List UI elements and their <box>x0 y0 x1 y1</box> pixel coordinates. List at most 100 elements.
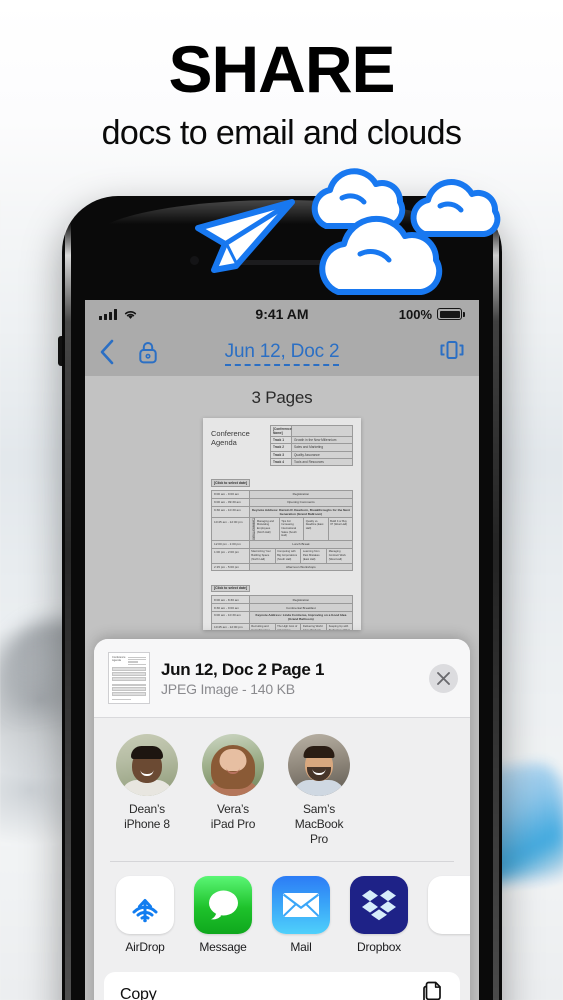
avatar <box>288 734 350 796</box>
chevron-left-icon[interactable] <box>99 339 115 365</box>
contact-name-line1: Sam’s <box>302 802 336 816</box>
doc-row-time: 10:45 am - 12:00 pm <box>212 518 250 541</box>
doc-session-cell: The High Cost of Advertising (South Hall… <box>275 623 302 630</box>
action-label: Copy <box>120 986 157 1000</box>
document-title-text: Jun 12, Doc 2 <box>224 341 340 366</box>
promo-headline: SHARE <box>168 32 395 106</box>
doc-row-text: Keynote Address: Darwin R. Dearborn, Bre… <box>249 506 352 518</box>
doc-row-time: 8:30 am - 9:00 am <box>212 604 250 611</box>
doc-row-text: Opening Comments <box>249 498 352 506</box>
doc-row-time: 9:00 am - 09:30 am <box>212 498 250 506</box>
doc-session-cell: Build It or Buy It? (West Hall) <box>328 518 353 541</box>
navigation-bar: Jun 12, Doc 2 <box>85 328 479 376</box>
doc-session-cell: Competing with Big Corporations (South H… <box>275 548 302 563</box>
avatar <box>202 734 264 796</box>
doc-session-cell: Quality vs. Deadline (East Hall) <box>304 518 329 541</box>
document-content: 3 Pages Conference Agenda [Conference Na… <box>85 376 479 1000</box>
track-name: Quality Assurance <box>292 451 352 458</box>
share-app-label: Message <box>199 939 247 954</box>
share-sheet-header: Conference Agenda Jun 12, Doc 2 Page 1 J… <box>94 639 470 718</box>
contact-name-line2: iPhone 8 <box>124 817 170 831</box>
close-icon <box>437 671 450 685</box>
share-app-message[interactable]: Message <box>194 875 252 954</box>
doc-session-cell: Recruiting and Upgrading Your Equipment … <box>249 623 276 630</box>
phone-bezel-gloss-right <box>493 222 499 1000</box>
doc-session-cell: Learning from Past Mistakes (East Hall) <box>301 548 328 563</box>
more-apps-icon <box>428 875 470 934</box>
doc-row-time: 2:15 pm - 5:00 pm <box>212 563 250 571</box>
doc-session-cell: Managing Contract Work (West Hall) <box>327 548 352 563</box>
pages-count-label: 3 Pages <box>251 388 313 407</box>
track-name: Growth in the New Millennium <box>292 437 352 444</box>
promo-screenshot: SHARE docs to email and clouds 9:41 AM 1… <box>0 0 563 1000</box>
phone-bezel-gloss-left <box>65 222 71 1000</box>
contact-name-line1: Dean’s <box>129 802 165 816</box>
contact-item[interactable]: Dean’s iPhone 8 <box>116 734 178 847</box>
share-app-label: AirDrop <box>125 939 165 954</box>
doc-row-time: 8:00 am - 8:30 am <box>212 596 250 604</box>
doc-session-cell: Delivering World Class Products (East Ha… <box>301 623 328 630</box>
doc-preview-tracks: [Conference Name] Track 1 Growth in the N… <box>270 425 353 466</box>
document-page-preview[interactable]: Conference Agenda [Conference Name] Trac… <box>203 418 361 630</box>
doc-row-text: Registration <box>249 490 352 498</box>
share-app-dropbox[interactable]: Dropbox <box>350 875 408 954</box>
contact-name-line2: iPad Pro <box>210 817 256 831</box>
share-item-title: Jun 12, Doc 2 Page 1 <box>161 659 325 679</box>
lock-icon[interactable] <box>137 339 159 365</box>
contact-name-line1: Vera’s <box>217 802 249 816</box>
messages-icon <box>194 875 252 934</box>
clouds-icon <box>311 168 501 295</box>
doc-row-time: 8:00 am - 9:00 am <box>212 490 250 498</box>
phone-screen: 9:41 AM 100% Jun 12, Doc 2 3 Pages Confe… <box>85 300 479 1000</box>
doc-day1-label: [Click to select date] <box>211 479 250 487</box>
contact-item[interactable]: Sam’s MacBook Pro <box>288 734 350 847</box>
doc-row-text: Afternoon Workshops <box>249 563 352 571</box>
share-app-airdrop[interactable]: AirDrop <box>116 875 174 954</box>
mail-icon <box>272 875 330 934</box>
share-app-more-partial[interactable] <box>428 875 470 954</box>
phone-frame: 9:41 AM 100% Jun 12, Doc 2 3 Pages Confe… <box>58 196 502 1000</box>
doc-session-cell: Tips For Increasing International Sales … <box>279 518 305 541</box>
doc-tracks-header: [Conference Name] <box>271 426 293 437</box>
doc-row-text: Lunch Break <box>249 541 352 548</box>
doc-row-time: 9:30 am - 10:30 am <box>212 506 250 518</box>
document-thumbnail: Conference Agenda <box>108 652 150 704</box>
close-button[interactable] <box>429 663 458 693</box>
share-apps-row: AirDrop Message Mail Dropbox <box>94 861 470 966</box>
contact-name-line2: MacBook Pro <box>294 817 344 846</box>
doc-row-time: 1:00 pm - 2:00 pm <box>212 548 250 563</box>
status-bar: 9:41 AM 100% <box>85 300 479 328</box>
doc-row-time: 10:45 am - 12:00 pm <box>212 623 250 630</box>
share-actions-list: Copy Markup <box>94 970 470 1000</box>
doc-row-time: 9:00 am - 10:30 am <box>212 611 250 623</box>
paper-plane-icon <box>195 199 295 273</box>
track-name: Sales and Marketing <box>292 444 352 451</box>
share-app-label: Dropbox <box>357 939 401 954</box>
doc-session-cell: Keeping Up with Technology (West Hall) <box>327 623 352 630</box>
share-app-label: Mail <box>290 939 312 954</box>
share-sheet: Conference Agenda Jun 12, Doc 2 Page 1 J… <box>94 639 470 1000</box>
status-time: 9:41 AM <box>255 306 309 322</box>
doc-preview-title: Conference Agenda <box>211 429 250 448</box>
doc-session-cell: Maximizing Your Building Space (North Ha… <box>249 548 276 563</box>
track-id: Track 2 <box>271 444 293 451</box>
avatar <box>116 734 178 796</box>
track-name: Tools and Resources <box>292 458 352 465</box>
doc-row-time: 12:00 pm - 1:00 pm <box>212 541 250 548</box>
doc-session-cell: Managing and Motivating Employees (North… <box>255 518 280 541</box>
phone-side-button <box>58 336 62 366</box>
pages-carousel-icon[interactable] <box>439 339 465 361</box>
doc-day2-label: [Click to select date] <box>211 584 250 592</box>
track-id: Track 3 <box>271 451 293 458</box>
share-item-subtitle: JPEG Image - 140 KB <box>161 681 295 698</box>
action-copy[interactable]: Copy <box>104 972 460 1000</box>
share-app-mail[interactable]: Mail <box>272 875 330 954</box>
track-id: Track 1 <box>271 437 293 444</box>
track-id: Track 4 <box>271 458 293 465</box>
contact-item[interactable]: Vera’s iPad Pro <box>202 734 264 847</box>
airdrop-contacts-row: Dean’s iPhone 8 Vera’s iPad Pro Sam’s Ma… <box>94 718 470 857</box>
doc-row-text: Keynote Address: Linda Contreras, Improv… <box>249 611 352 623</box>
airdrop-icon <box>116 875 174 934</box>
dropbox-icon <box>350 875 408 934</box>
promo-subhead: docs to email and clouds <box>101 114 462 152</box>
